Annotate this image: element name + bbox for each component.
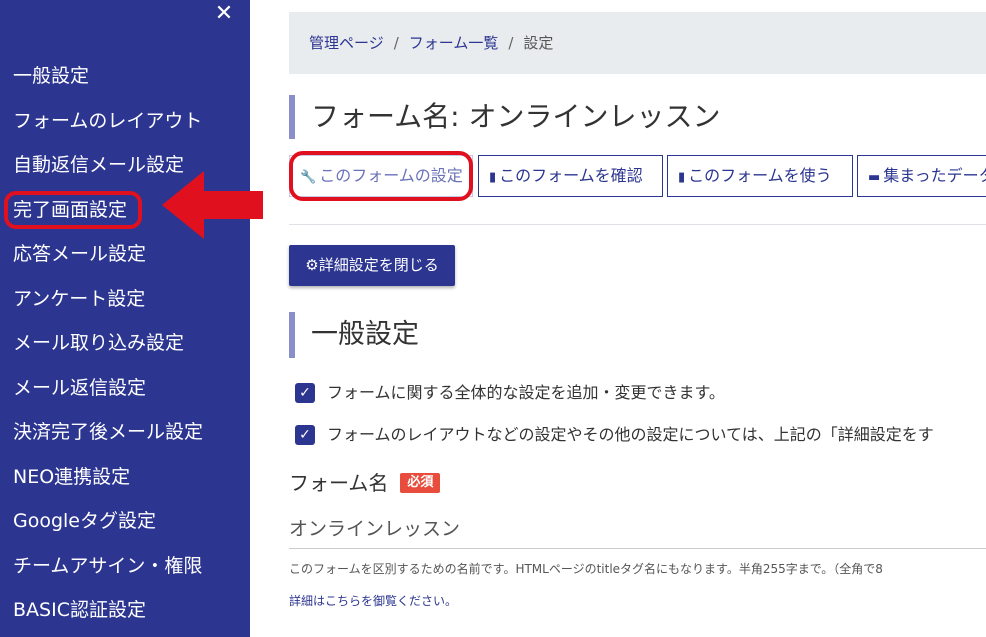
divider <box>289 224 986 225</box>
comment-icon: ▬ <box>868 170 881 185</box>
sidebar-item-neo-integration[interactable]: NEO連携設定 <box>0 455 250 500</box>
field-label-text: フォーム名 <box>289 471 389 495</box>
breadcrumb-separator: / <box>508 34 514 52</box>
sidebar-item-label: NEO連携設定 <box>13 465 131 488</box>
required-badge: 必須 <box>400 472 441 493</box>
checkbox-label: フォームに関する全体的な設定を追加・変更できます。 <box>327 383 725 402</box>
sidebar-item-label: メール返信設定 <box>13 376 147 399</box>
sidebar-item-label: メール取り込み設定 <box>13 332 185 354</box>
page-title: フォーム名: オンラインレッスン <box>289 95 721 139</box>
breadcrumb: 管理ページ / フォーム一覧 / 設定 <box>289 12 986 74</box>
sidebar-menu: 一般設定 フォームのレイアウト 自動返信メール設定 完了画面設定 応答メール設定… <box>0 54 250 633</box>
sidebar-item-basic-auth[interactable]: BASIC認証設定 <box>0 588 250 633</box>
close-icon[interactable]: ✕ <box>212 2 236 26</box>
breadcrumb-form-list-link[interactable]: フォーム一覧 <box>409 34 499 52</box>
use-form-button[interactable]: ▮ このフォームを使う <box>667 155 853 197</box>
button-label: このフォームの設定 <box>319 166 463 185</box>
sidebar-item-mail-import[interactable]: メール取り込み設定 <box>0 321 250 366</box>
wrench-icon: 🔧 <box>300 170 317 185</box>
button-label: 集まったデータ <box>883 166 986 185</box>
collected-data-button[interactable]: ▬ 集まったデータ <box>857 155 986 197</box>
preview-form-button[interactable]: ▮ このフォームを確認 <box>478 155 663 197</box>
sidebar-item-label: 決済完了後メール設定 <box>13 421 204 443</box>
sidebar-item-post-payment-mail[interactable]: 決済完了後メール設定 <box>0 410 250 455</box>
button-label: 詳細設定を閉じる <box>318 256 439 274</box>
info-checkbox-row: ✓ フォームのレイアウトなどの設定やその他の設定については、上記の「詳細設定をす <box>295 423 986 447</box>
document-icon: ▮ <box>489 170 497 185</box>
form-name-help-text: このフォームを区別するための名前です。HTMLページのtitleタグ名にもなりま… <box>289 562 883 576</box>
sidebar-item-survey[interactable]: アンケート設定 <box>0 277 250 322</box>
info-checkbox-row: ✓ フォームに関する全体的な設定を追加・変更できます。 <box>295 381 986 405</box>
form-name-label: フォーム名 必須 <box>289 469 441 497</box>
button-label: このフォームを使う <box>688 166 832 185</box>
sidebar-item-team-assign[interactable]: チームアサイン・権限 <box>0 544 250 589</box>
sidebar-item-label: 応答メール設定 <box>13 243 147 265</box>
form-settings-button[interactable]: 🔧 このフォームの設定 <box>289 155 473 197</box>
sidebar-item-label: アンケート設定 <box>13 287 146 310</box>
form-action-buttons: 🔧 このフォームの設定 ▮ このフォームを確認 ▮ このフォームを使う ▬ 集まったデー… <box>289 155 986 197</box>
checkbox-label: フォームのレイアウトなどの設定やその他の設定については、上記の「詳細設定をす <box>327 425 934 444</box>
button-label: このフォームを確認 <box>499 166 643 185</box>
document-lines-icon: ▮ <box>678 170 686 185</box>
annotation-arrow-icon <box>162 171 263 239</box>
sidebar-item-label: 自動返信メール設定 <box>13 154 185 176</box>
sidebar-item-label: Googleタグ設定 <box>13 510 157 532</box>
checkbox[interactable]: ✓ <box>295 424 315 445</box>
sidebar-item-label: BASIC認証設定 <box>13 599 146 621</box>
sidebar-item-general[interactable]: 一般設定 <box>0 54 250 99</box>
sidebar-item-label: チームアサイン・権限 <box>13 554 203 577</box>
close-detail-settings-button[interactable]: ⚙詳細設定を閉じる <box>289 245 455 286</box>
sidebar-item-label: 完了画面設定 <box>13 198 128 221</box>
section-title: 一般設定 <box>289 312 419 358</box>
breadcrumb-admin-link[interactable]: 管理ページ <box>309 34 384 52</box>
sidebar-item-form-layout[interactable]: フォームのレイアウト <box>0 99 250 144</box>
sidebar-item-label: フォームのレイアウト <box>13 109 203 132</box>
sidebar: ✕ 一般設定 フォームのレイアウト 自動返信メール設定 完了画面設定 応答メール… <box>0 0 250 637</box>
checkbox[interactable]: ✓ <box>295 382 315 403</box>
sidebar-item-mail-reply[interactable]: メール返信設定 <box>0 366 250 411</box>
gear-icon: ⚙ <box>305 256 319 274</box>
breadcrumb-separator: / <box>393 34 399 52</box>
details-link[interactable]: 詳細はこちらを御覧ください。 <box>289 592 457 610</box>
breadcrumb-current: 設定 <box>523 34 554 52</box>
form-name-input[interactable] <box>289 506 986 549</box>
sidebar-item-google-tag[interactable]: Googleタグ設定 <box>0 499 250 544</box>
sidebar-item-label: 一般設定 <box>13 65 90 87</box>
